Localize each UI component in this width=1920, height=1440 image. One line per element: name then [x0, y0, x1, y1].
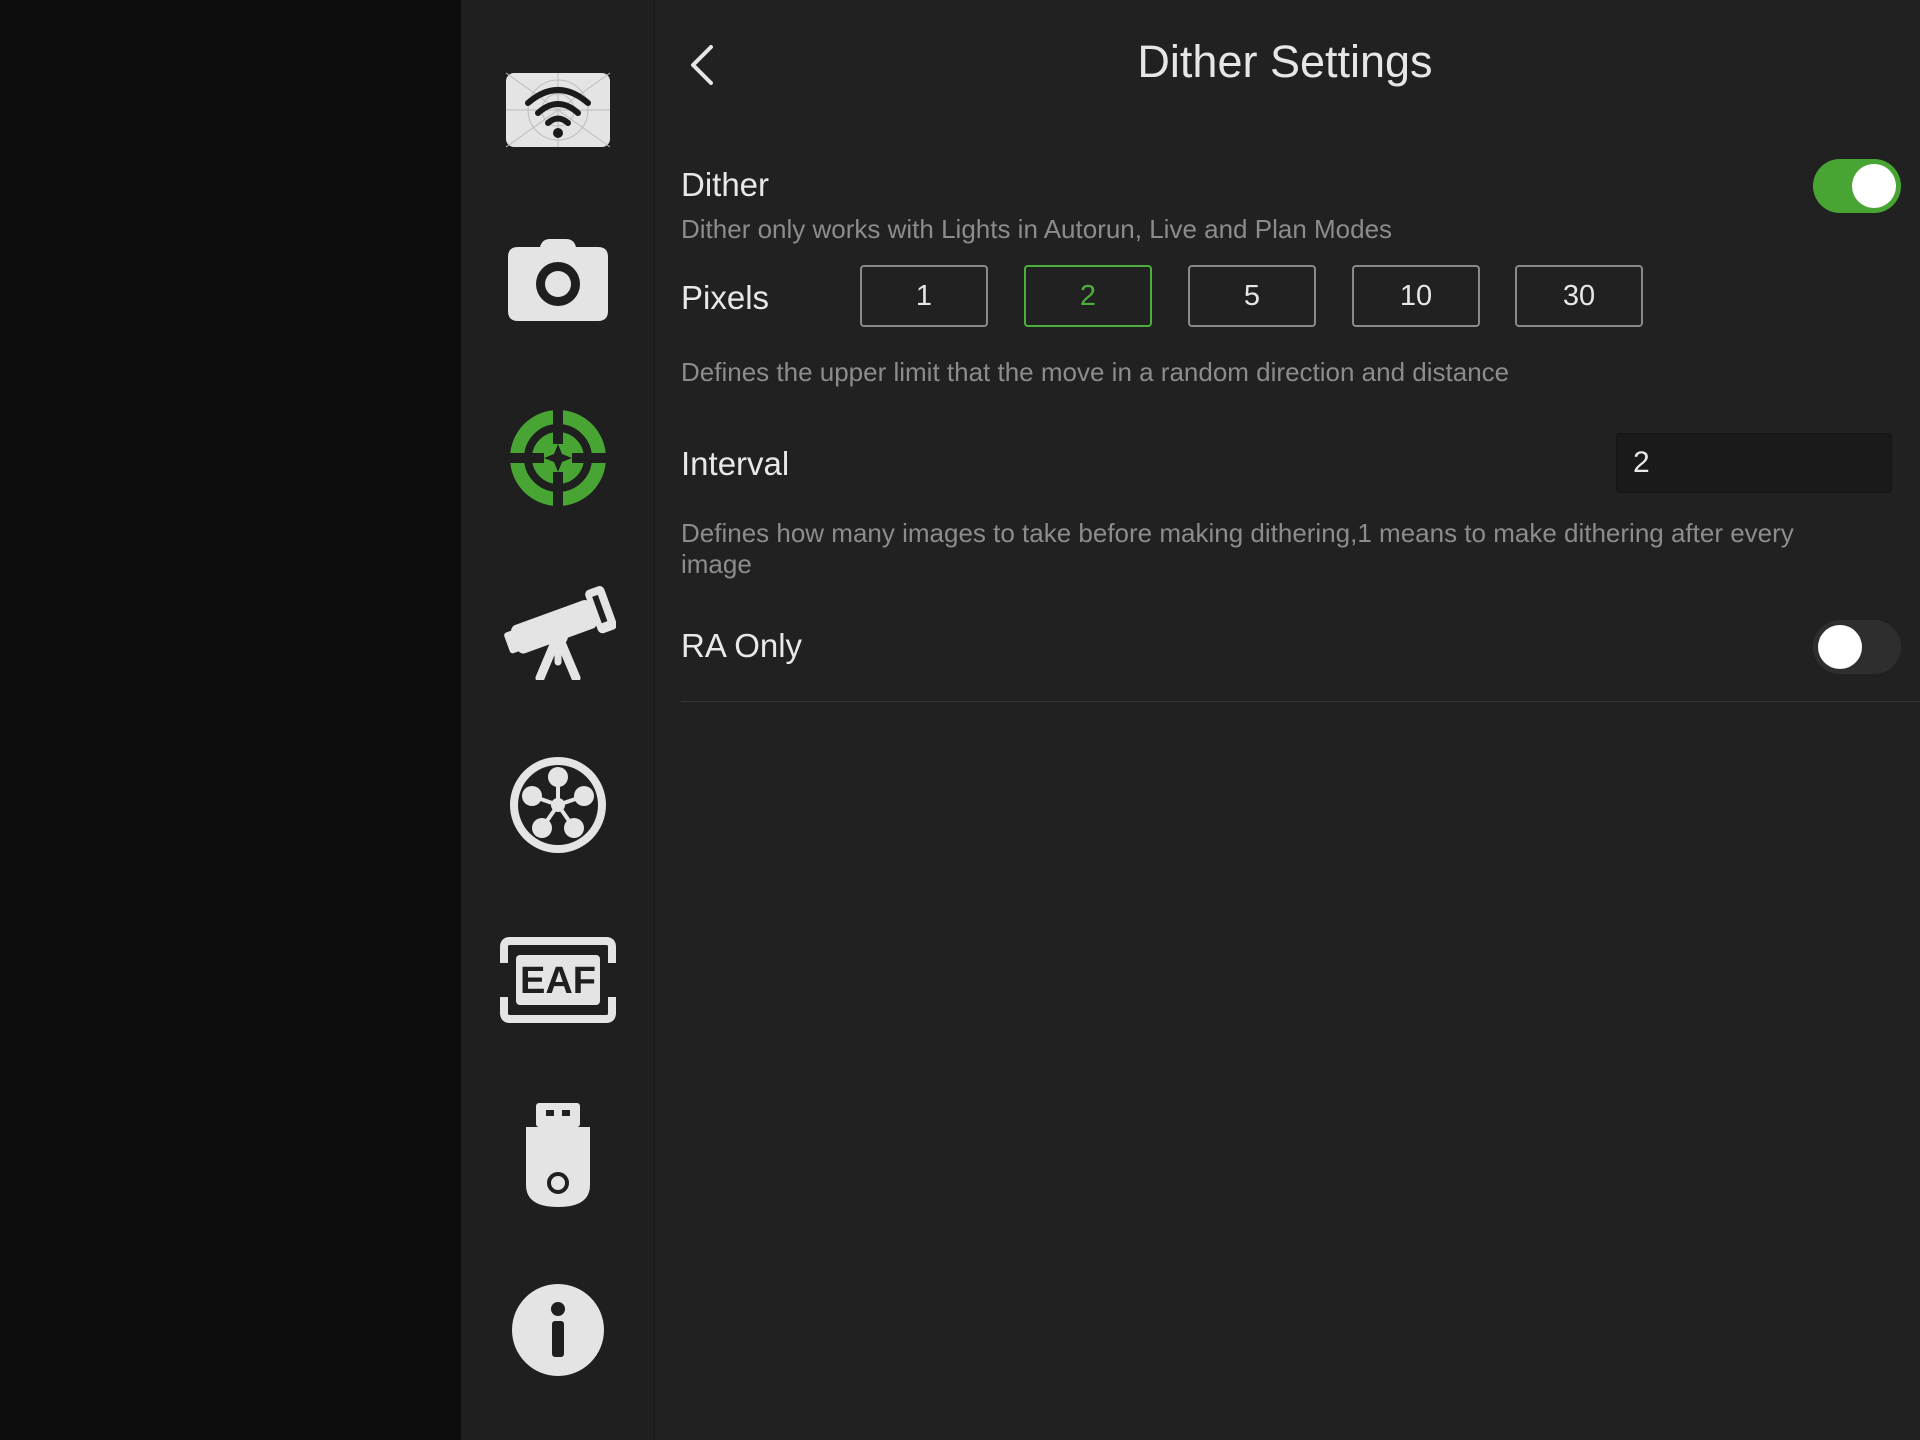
filter-wheel-icon	[509, 757, 606, 853]
info-icon	[511, 1284, 604, 1376]
sidebar-item-eaf[interactable]: EAF	[461, 935, 654, 1025]
empty-left-panel	[0, 0, 461, 1440]
sidebar-item-storage[interactable]	[461, 1100, 654, 1210]
device-sidebar: EAF	[461, 0, 656, 1440]
eaf-icon-label: EAF	[520, 960, 596, 1002]
pixels-option-30[interactable]: 30	[1515, 265, 1643, 327]
sidebar-item-guiding[interactable]	[461, 408, 654, 508]
sidebar-item-mount[interactable]	[461, 580, 654, 680]
pixels-label: Pixels	[681, 279, 770, 316]
ra-only-toggle[interactable]	[1813, 620, 1901, 674]
pixels-option-10[interactable]: 10	[1352, 265, 1480, 327]
interval-description: Defines how many images to take before m…	[681, 518, 1794, 579]
sidebar-item-filter-wheel[interactable]	[461, 755, 654, 855]
pixels-option-1[interactable]: 1	[860, 265, 988, 327]
dither-description: Dither only works with Lights in Autorun…	[681, 214, 1393, 244]
telescope-icon	[503, 586, 616, 680]
camera-icon	[507, 239, 608, 321]
dither-toggle[interactable]	[1813, 159, 1901, 213]
page-title: Dither Settings	[1137, 36, 1433, 87]
guide-target-icon	[507, 408, 608, 508]
divider	[681, 701, 1920, 702]
pixels-option-5[interactable]: 5	[1188, 265, 1316, 327]
interval-label: Interval	[681, 445, 790, 482]
pixels-description: Defines the upper limit that the move in…	[681, 357, 1510, 387]
sidebar-item-info[interactable]	[461, 1282, 654, 1378]
pixels-option-2[interactable]: 2	[1024, 265, 1152, 327]
toggle-knob	[1818, 625, 1862, 669]
toggle-knob	[1852, 164, 1896, 208]
dither-settings-panel: Dither Settings Dither Dither only works…	[655, 0, 1920, 1440]
interval-input[interactable]	[1616, 433, 1892, 493]
sidebar-item-camera[interactable]	[461, 235, 654, 325]
sidebar-item-wifi[interactable]	[461, 70, 654, 150]
usb-drive-icon	[525, 1103, 590, 1207]
dither-label: Dither	[681, 166, 770, 203]
eaf-icon: EAF	[499, 937, 616, 1023]
ra-only-label: RA Only	[681, 627, 803, 664]
wifi-icon	[505, 72, 610, 148]
